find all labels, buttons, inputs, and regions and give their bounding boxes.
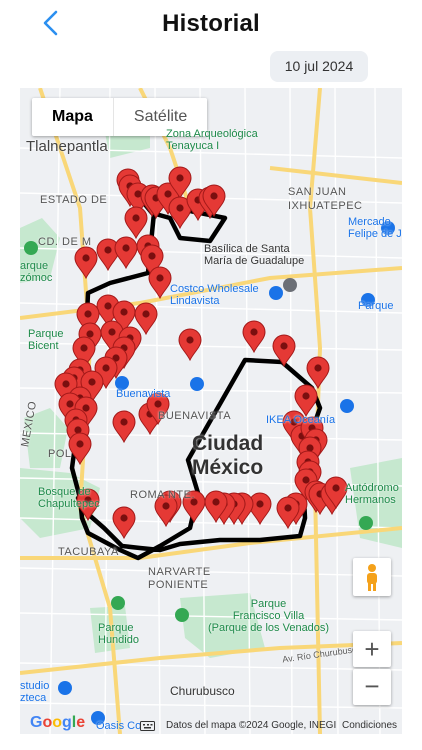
poi-icon: [58, 681, 72, 695]
marker-dot: [280, 342, 288, 350]
marker-dot: [176, 174, 184, 182]
google-logo: Google: [30, 714, 86, 731]
shopping-icon: [381, 221, 395, 235]
marker-dot: [162, 502, 170, 510]
marker-dot: [86, 330, 94, 338]
marker-dot: [102, 364, 110, 372]
marker-dot: [82, 254, 90, 262]
map-pin-icon: [359, 516, 373, 530]
zoom-in-button[interactable]: +: [353, 631, 391, 667]
marker-dot: [314, 364, 322, 372]
marker-dot: [66, 400, 74, 408]
marker-dot: [84, 310, 92, 318]
store-icon: [269, 286, 283, 300]
marker-dot: [120, 418, 128, 426]
plus-icon: +: [364, 634, 380, 664]
marker-dot: [62, 380, 70, 388]
map-attribution: Google Datos del mapa ©2024 Google, INEG…: [20, 714, 402, 734]
park-icon: [111, 596, 125, 610]
street-view-pegman-button[interactable]: [353, 558, 391, 596]
church-icon: [283, 278, 297, 292]
marker-dot: [212, 498, 220, 506]
marker-dot: [290, 418, 298, 426]
marker-dot: [210, 192, 218, 200]
shopping-icon: [115, 376, 129, 390]
keyboard-icon[interactable]: [140, 721, 156, 731]
marker-dot: [132, 214, 140, 222]
marker-dot: [190, 498, 198, 506]
marker-dot: [88, 378, 96, 386]
marker-dot: [186, 336, 194, 344]
shopping-icon: [340, 399, 354, 413]
marker-dot: [284, 504, 292, 512]
marker-dot: [332, 484, 340, 492]
map-type-toggle: Mapa Satélite: [32, 98, 208, 136]
marker-dot: [302, 392, 310, 400]
header: Historial: [0, 0, 422, 50]
marker-dot: [82, 404, 90, 412]
marker-dot: [176, 204, 184, 212]
map-data-attribution: Datos del mapa ©2024 Google, INEGI: [166, 720, 337, 731]
marker-dot: [302, 476, 310, 484]
park-icon: [24, 241, 38, 255]
date-selector[interactable]: 10 jul 2024: [270, 51, 368, 82]
marker-dot: [250, 328, 258, 336]
shopping-icon: [361, 293, 375, 307]
marker-dot: [154, 400, 162, 408]
marker-dot: [164, 190, 172, 198]
marker-dot: [142, 310, 150, 318]
page-title: Historial: [162, 10, 260, 37]
marker-dot: [122, 244, 130, 252]
marker-dot: [120, 514, 128, 522]
marker-dot: [84, 496, 92, 504]
store-icon: [190, 377, 204, 391]
pegman-icon: [367, 564, 377, 591]
marker-dot: [104, 246, 112, 254]
marker-dot: [104, 302, 112, 310]
minus-icon: −: [364, 671, 380, 701]
marker-dot: [256, 500, 264, 508]
map-view[interactable]: Mapa Satélite Tlalnepantla Zona Arqueoló…: [20, 88, 402, 734]
terms-link[interactable]: Condiciones: [342, 720, 397, 731]
marker-dot: [108, 328, 116, 336]
marker-dot: [76, 440, 84, 448]
map-base: [20, 88, 402, 734]
marker-dot: [156, 274, 164, 282]
map-type-satellite-button[interactable]: Satélite: [112, 98, 208, 136]
park-icon: [175, 608, 189, 622]
map-type-map-button[interactable]: Mapa: [32, 98, 113, 136]
marker-dot: [120, 308, 128, 316]
marker-dot: [80, 344, 88, 352]
zoom-out-button[interactable]: −: [353, 669, 391, 705]
marker-dot: [148, 252, 156, 260]
